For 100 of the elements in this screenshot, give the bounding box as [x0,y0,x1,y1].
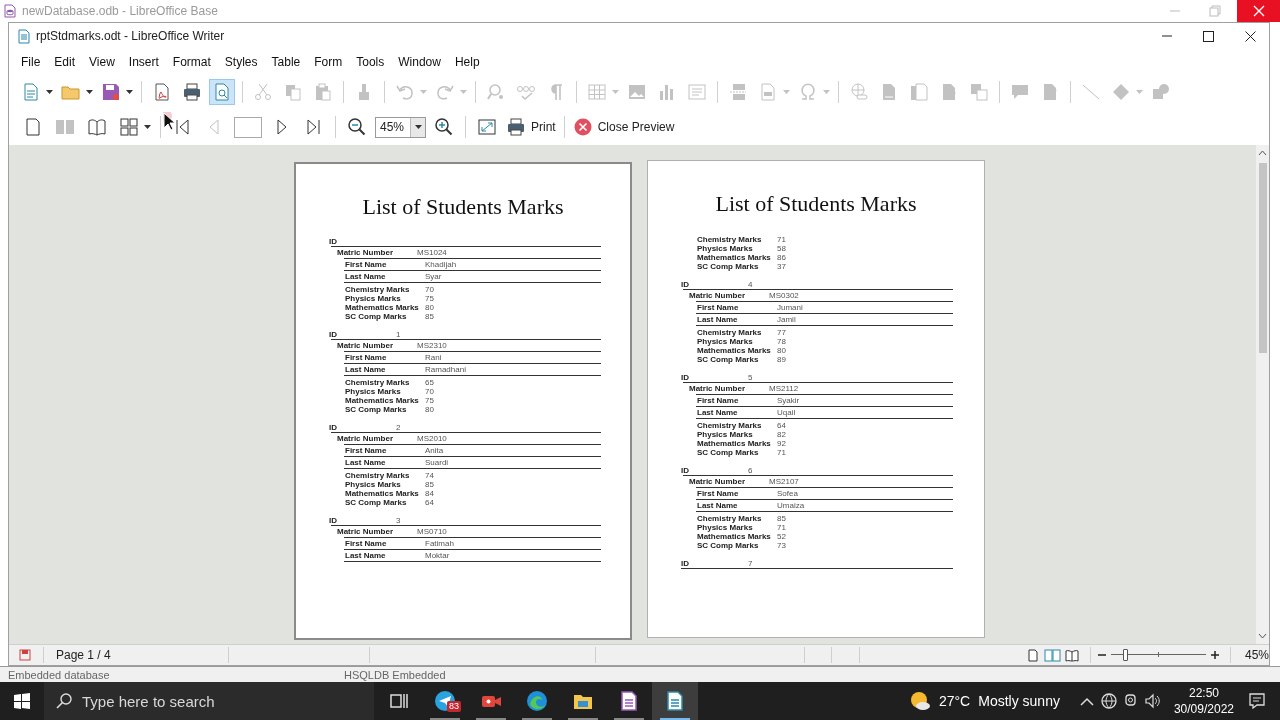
menu-item[interactable]: Window [391,53,448,71]
caret-icon[interactable] [126,89,133,95]
save-status-icon[interactable] [19,649,31,661]
menu-item[interactable]: Help [447,53,487,71]
field-label: Chemistry Marks [345,285,411,294]
field-label: SC Comp Marks [345,498,408,507]
field-value: MS2112 [769,384,799,393]
field-value: 71 [777,235,786,244]
close-circle-icon[interactable] [572,117,593,137]
close-button[interactable] [1237,0,1280,22]
field-value: 64 [425,498,434,507]
field-value: 77 [777,328,786,337]
field-label: Last Name [697,501,739,510]
scrollbar-thumb[interactable] [1258,163,1267,353]
field-value: MS0710 [417,527,447,536]
field-value: 5 [748,372,753,382]
field-label: Last Name [345,272,387,281]
field-label: Chemistry Marks [345,378,411,387]
menu-item[interactable]: Form [307,53,350,71]
page-number-field[interactable] [234,116,262,138]
page-heading: List of Students Marks [714,191,918,217]
field-label: Chemistry Marks [697,235,763,244]
field-value: Khadijah [425,260,457,269]
menu-item[interactable]: Tools [349,53,392,71]
globe-icon[interactable] [1099,692,1118,710]
menu-item[interactable]: Edit [47,53,83,71]
field-label: Last Name [345,458,387,467]
menu-item[interactable]: File [14,53,48,71]
field-value: 86 [777,253,786,262]
scrollbar[interactable] [1256,145,1269,644]
field-value: 73 [777,541,786,550]
field-value: Syar [425,272,442,281]
active-taskbar-slot[interactable] [652,682,698,720]
field-label: ID [681,558,690,568]
field-value: Anita [425,446,444,455]
search-field[interactable]: Type here to search [44,682,374,720]
field-label: Matric Number [337,341,394,350]
field-value: 85 [425,480,434,489]
zoom-slider[interactable] [1111,649,1206,661]
field-value: MS2310 [417,341,447,350]
field-value: 78 [777,337,786,346]
speaker-icon[interactable] [1143,692,1162,710]
slider-thumb[interactable] [1123,649,1129,661]
page-magnifier-icon[interactable] [210,80,234,104]
menu-item[interactable]: Format [165,53,218,71]
writer-document-icon [18,28,30,44]
printer-icon[interactable] [506,117,526,137]
field-value: 75 [425,294,434,303]
view-layout-icons[interactable] [1028,648,1081,662]
zoom-in-icon[interactable] [1210,650,1220,660]
field-label: Chemistry Marks [345,471,411,480]
menu-item[interactable]: Insert [121,53,166,71]
weather-condition: Mostly sunny [978,691,1060,711]
field-label: Physics Marks [345,480,402,489]
field-value: 92 [777,439,786,448]
zoom-combo-box[interactable]: 45% [375,116,426,138]
clock-time[interactable]: 22:50 [1188,685,1219,701]
browser-swirl-icon[interactable] [526,690,548,712]
field-value: 58 [777,244,786,253]
caret-icon[interactable] [144,124,151,130]
notification-icon[interactable] [1248,692,1266,710]
field-label: Matric Number [337,527,394,536]
field-label: Mathematics Marks [697,346,772,355]
clock-date[interactable]: 30/09/2022 [1173,701,1234,717]
menu-item[interactable]: Styles [217,53,265,71]
close-preview-button[interactable]: Close Preview [569,114,678,140]
field-value: 2 [396,422,401,432]
field-value: 70 [425,387,434,396]
field-label: ID [681,372,690,382]
field-value: 3 [396,515,401,525]
field-label: First Name [345,260,388,269]
field-label: Mathematics Marks [345,396,420,405]
close-icon[interactable] [1245,30,1256,42]
zoom-percentage[interactable]: 45% [1244,646,1269,664]
field-label: ID [681,465,690,475]
caret-icon[interactable] [414,124,422,130]
page-indicator: Page 1 / 4 [56,647,112,664]
multi-page-icon[interactable] [117,115,141,139]
field-label: Last Name [345,551,387,560]
field-value: 80 [777,346,786,355]
database-document-icon[interactable] [618,690,640,712]
menu-item[interactable]: View [82,53,122,71]
print-button[interactable]: Print [503,114,559,140]
caret-icon[interactable] [46,89,53,95]
field-label: ID [681,279,690,289]
field-label: SC Comp Marks [697,355,760,364]
field-label: SC Comp Marks [345,312,408,321]
maximize-icon[interactable] [1203,30,1214,42]
text-document-icon[interactable] [664,690,686,712]
field-value: 71 [777,448,786,457]
field-label: First Name [345,539,388,548]
field-label: Physics Marks [697,430,754,439]
field-value: 82 [777,430,786,439]
field-label: First Name [345,353,388,362]
sun-cloud-icon[interactable] [908,691,931,711]
menu-item[interactable]: Table [264,53,308,71]
windows-start-icon[interactable] [14,693,30,709]
field-label: Mathematics Marks [345,489,420,498]
caret-icon[interactable] [86,89,93,95]
field-label: Mathematics Marks [697,439,772,448]
